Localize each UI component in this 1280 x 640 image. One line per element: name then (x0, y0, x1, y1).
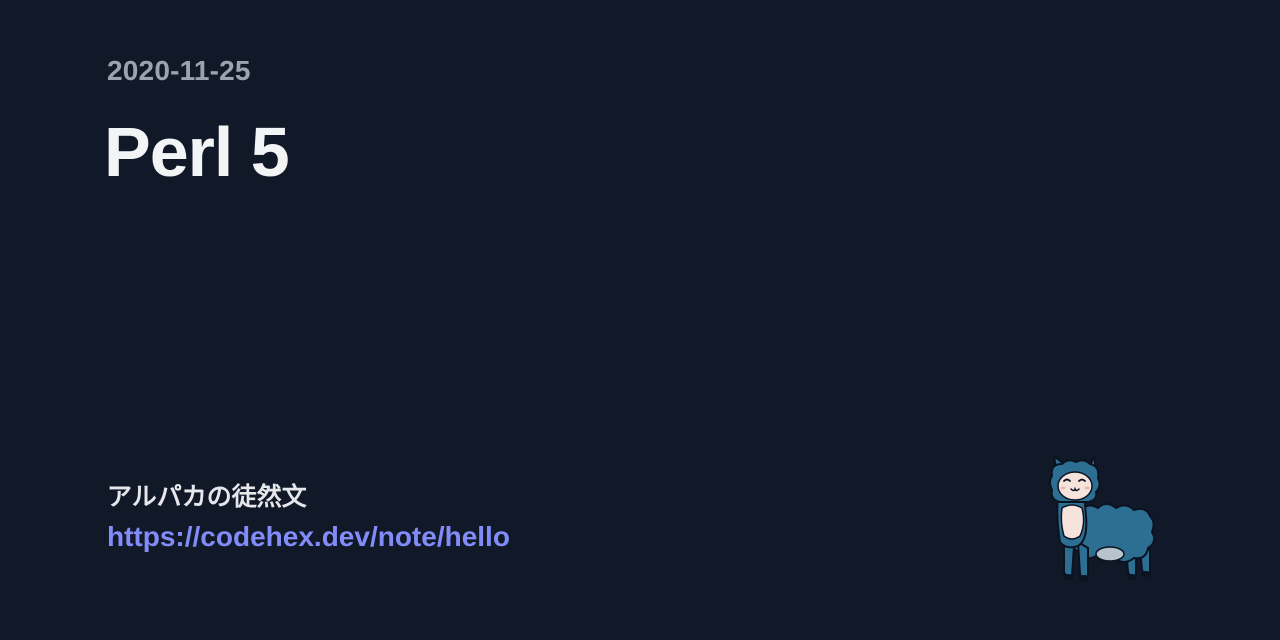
post-title: Perl 5 (104, 113, 290, 191)
site-url-link[interactable]: https://codehex.dev/note/hello (107, 520, 510, 554)
site-name: アルパカの徒然文 (107, 482, 307, 511)
post-date: 2020-11-25 (107, 55, 251, 86)
alpaca-icon (1048, 452, 1160, 582)
